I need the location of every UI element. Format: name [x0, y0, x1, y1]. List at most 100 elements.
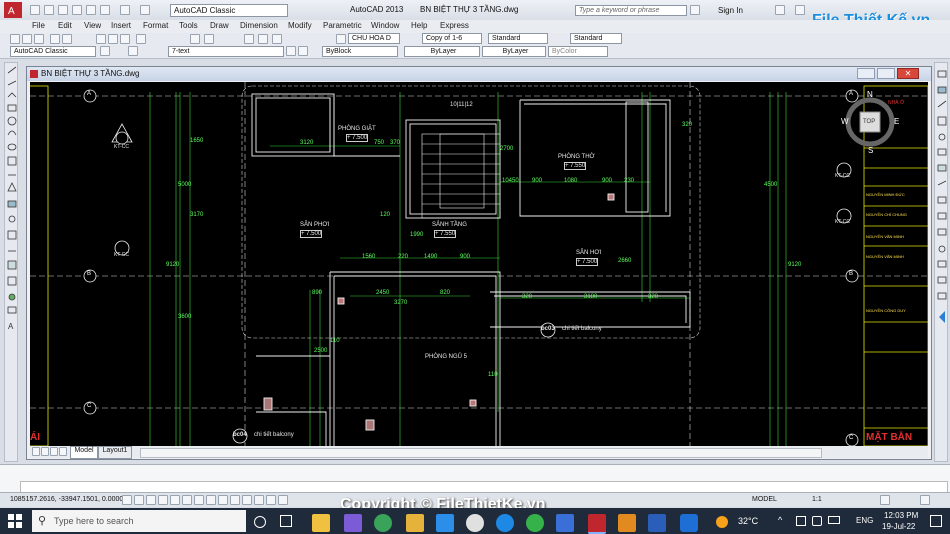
3dosnap-icon[interactable]: [182, 495, 192, 505]
color-select[interactable]: ByBlock: [322, 46, 398, 57]
dimstyle-select[interactable]: Copy of 1-6: [422, 33, 482, 44]
search-icon[interactable]: [690, 5, 700, 15]
open2-icon[interactable]: [22, 34, 32, 44]
ortho-icon[interactable]: [146, 495, 156, 505]
open-icon[interactable]: [44, 5, 54, 15]
horizontal-scrollbar[interactable]: [140, 448, 822, 458]
sc-icon[interactable]: [266, 495, 276, 505]
signin-button[interactable]: Sign In: [718, 6, 743, 15]
save2-icon[interactable]: [34, 34, 44, 44]
clock-time[interactable]: 12:03 PM: [884, 511, 918, 520]
plotstyle-select[interactable]: ByColor: [548, 46, 608, 57]
menu-tools[interactable]: Tools: [179, 21, 198, 30]
am-icon[interactable]: [278, 495, 288, 505]
chrome-icon[interactable]: [374, 514, 392, 532]
osnap-icon[interactable]: [170, 495, 180, 505]
layer-previous-icon[interactable]: [298, 46, 308, 56]
workspace-select[interactable]: AutoCAD Classic: [170, 4, 288, 17]
plot2-icon[interactable]: [50, 34, 60, 44]
exchange-icon[interactable]: [775, 5, 785, 15]
snap-icon[interactable]: [122, 495, 132, 505]
tab-layout1[interactable]: Layout1: [98, 446, 132, 459]
properties-icon[interactable]: [244, 34, 254, 44]
layer-select[interactable]: 7-text: [168, 46, 284, 57]
folder-icon[interactable]: [406, 514, 424, 532]
edge-icon[interactable]: [496, 514, 514, 532]
save-icon[interactable]: [58, 5, 68, 15]
model-toggle[interactable]: MODEL: [752, 496, 777, 503]
viewcube-east[interactable]: E: [894, 117, 899, 126]
paste-icon[interactable]: [120, 34, 130, 44]
make-current-icon[interactable]: [286, 46, 296, 56]
model-space-canvas[interactable]: A B C A B C N S W E TOP PHÒNG GIẶT + 7.5…: [30, 82, 928, 446]
textstyle-icon[interactable]: [336, 34, 346, 44]
saveas-icon[interactable]: [72, 5, 82, 15]
modify-toolbar-icons[interactable]: [935, 63, 949, 463]
word-icon[interactable]: [648, 514, 666, 532]
weather-icon[interactable]: [716, 516, 728, 528]
zoom-icon[interactable]: [204, 34, 214, 44]
workspace-select-2[interactable]: AutoCAD Classic: [10, 46, 96, 57]
widgets-icon[interactable]: [280, 515, 292, 527]
tpy-icon[interactable]: [242, 495, 252, 505]
matchprop-icon[interactable]: [136, 34, 146, 44]
tab-first-icon[interactable]: [32, 447, 40, 456]
minimize-button[interactable]: [857, 68, 875, 79]
teamviewer-icon[interactable]: [680, 514, 698, 532]
maximize-button[interactable]: [877, 68, 895, 79]
new-icon[interactable]: [30, 5, 40, 15]
annotation-scale[interactable]: 1:1: [812, 496, 822, 503]
tray-chevron-icon[interactable]: ^: [778, 515, 782, 525]
autocad-logo-icon[interactable]: A: [4, 2, 22, 18]
zalo-icon[interactable]: [436, 514, 454, 532]
copy-icon[interactable]: [108, 34, 118, 44]
notification-icon[interactable]: [930, 515, 942, 527]
help-icon[interactable]: [795, 5, 805, 15]
ducs-icon[interactable]: [206, 495, 216, 505]
menu-parametric[interactable]: Parametric: [323, 21, 362, 30]
tray-volume-icon[interactable]: [812, 516, 822, 526]
lineweight-select[interactable]: ByLayer: [482, 46, 546, 57]
workspace-settings-icon[interactable]: [100, 46, 110, 56]
qnew-icon[interactable]: [10, 34, 20, 44]
taskbar-search[interactable]: ⚲ Type here to search: [32, 510, 246, 532]
mleaderstyle-select[interactable]: Standard: [570, 33, 622, 44]
linetype-select[interactable]: ByLayer: [404, 46, 480, 57]
clock-date[interactable]: 19-Jul-22: [882, 522, 915, 531]
designcenter-icon[interactable]: [258, 34, 268, 44]
menu-insert[interactable]: Insert: [111, 21, 131, 30]
tab-prev-icon[interactable]: [41, 447, 49, 456]
menu-view[interactable]: View: [84, 21, 101, 30]
viewcube-west[interactable]: W: [841, 117, 849, 126]
menu-format[interactable]: Format: [143, 21, 168, 30]
polar-icon[interactable]: [158, 495, 168, 505]
dyn-icon[interactable]: [218, 495, 228, 505]
toolpalette-icon[interactable]: [272, 34, 282, 44]
menu-edit[interactable]: Edit: [58, 21, 72, 30]
camera-icon[interactable]: [466, 514, 484, 532]
tray-network-icon[interactable]: [796, 516, 806, 526]
textstyle-select[interactable]: CHU HOA D: [348, 33, 400, 44]
menu-modify[interactable]: Modify: [288, 21, 312, 30]
qp-icon[interactable]: [254, 495, 264, 505]
menu-file[interactable]: File: [32, 21, 45, 30]
help-search-input[interactable]: Type a keyword or phrase: [575, 5, 687, 16]
viewcube-top[interactable]: TOP: [863, 119, 875, 125]
autocad-taskbar-icon[interactable]: [588, 514, 606, 534]
lwt-icon[interactable]: [230, 495, 240, 505]
store-icon[interactable]: [556, 514, 574, 532]
print-icon[interactable]: [100, 5, 110, 15]
tablestyle-select[interactable]: Standard: [488, 33, 548, 44]
pan-icon[interactable]: [190, 34, 200, 44]
menu-express[interactable]: Express: [440, 21, 469, 30]
grid-icon[interactable]: [134, 495, 144, 505]
language-indicator[interactable]: ENG: [856, 516, 873, 525]
menu-dimension[interactable]: Dimension: [240, 21, 278, 30]
viewcube-north[interactable]: N: [867, 90, 873, 99]
tab-last-icon[interactable]: [59, 447, 67, 456]
plot-icon[interactable]: [86, 5, 96, 15]
app-orange-icon[interactable]: [618, 514, 636, 532]
command-line[interactable]: [0, 464, 950, 493]
preview-icon[interactable]: [62, 34, 72, 44]
menu-draw[interactable]: Draw: [210, 21, 229, 30]
